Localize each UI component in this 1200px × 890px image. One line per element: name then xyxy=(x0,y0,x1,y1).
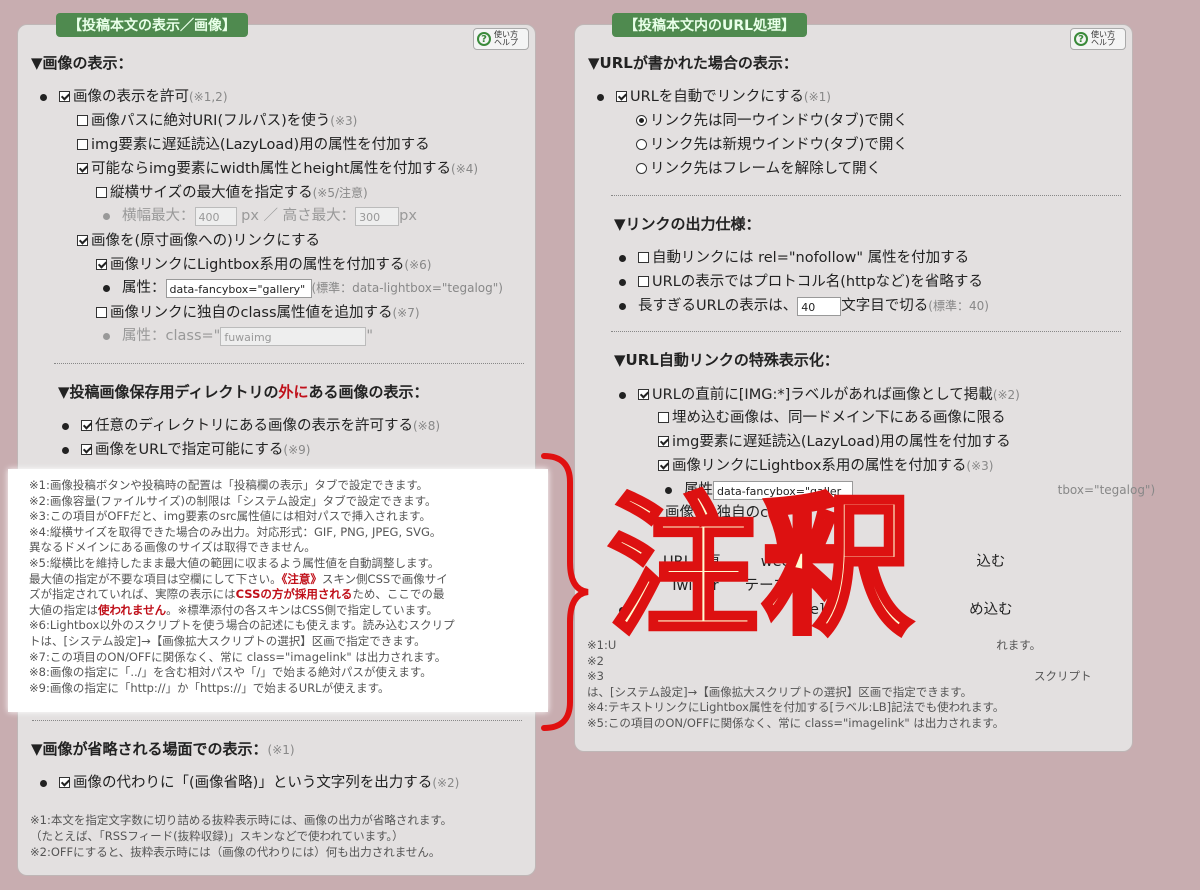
section-heading-omitted: ▼画像が省略される場面での表示：(※1) xyxy=(31,740,295,758)
checkbox[interactable] xyxy=(96,307,107,318)
radio-same-window[interactable]: リンク先は同一ウインドウ(タブ)で開く xyxy=(636,109,908,130)
absolute-uri-row[interactable]: 画像パスに絶対URI(フルパス)を使う(※3) xyxy=(77,109,357,130)
omit-protocol-row[interactable]: URLの表示ではプロトコル名(httpなど)を省略する xyxy=(619,270,983,291)
section-heading-outside-dir: ▼投稿画像保存用ディレクトリの外にある画像の表示： xyxy=(58,383,429,401)
max-width-input[interactable]: 400 xyxy=(194,206,237,226)
help-label: 使い方 ヘルプ xyxy=(1091,30,1115,47)
panel-tab-title: 【投稿本文内のURL処理】 xyxy=(612,13,808,37)
max-dimensions-row: 横幅最大： 400 px ／ 高さ最大： 300 px xyxy=(103,204,417,226)
truncate-row: 長すぎるURLの表示は、 40 文字目で切る(標準：40) xyxy=(619,294,989,316)
bottom-notes: ※1:本文を指定文字数に切り詰める抜粋表示時には、画像の出力が省略されます。 （… xyxy=(30,813,453,859)
checkbox[interactable] xyxy=(77,115,88,126)
checkbox[interactable] xyxy=(81,444,92,455)
annotation-overlay-label: 注釈 xyxy=(605,479,917,658)
divider xyxy=(611,331,1121,332)
checkbox[interactable] xyxy=(96,259,107,270)
lightbox-row[interactable]: 画像リンクにLightbox系用の属性を付加する(※3) xyxy=(658,454,993,475)
max-height-input[interactable]: 300 xyxy=(355,206,400,226)
divider xyxy=(611,195,1121,196)
checkbox[interactable] xyxy=(616,91,627,102)
same-domain-row[interactable]: 埋め込む画像は、同一ドメイン下にある画像に限る xyxy=(658,406,1006,427)
help-button[interactable]: ? 使い方 ヘルプ xyxy=(1070,28,1126,50)
section-heading-link-output: ▼リンクの出力仕様： xyxy=(614,215,761,233)
lightbox-row[interactable]: 画像リンクにLightbox系用の属性を付加する(※6) xyxy=(96,253,431,274)
any-dir-row[interactable]: 任意のディレクトリにある画像の表示を許可する(※8) xyxy=(62,414,440,435)
divider xyxy=(32,720,522,721)
curly-brace-icon xyxy=(541,453,589,731)
radio[interactable] xyxy=(636,115,647,126)
question-circle-icon: ? xyxy=(1074,32,1088,46)
lazyload-row[interactable]: img要素に遅延読込(LazyLoad)用の属性を付加する xyxy=(658,430,1011,451)
question-circle-icon: ? xyxy=(477,32,491,46)
help-label: 使い方 ヘルプ xyxy=(494,30,518,47)
checkbox[interactable] xyxy=(638,276,649,287)
checkbox[interactable] xyxy=(638,389,649,400)
checkbox[interactable] xyxy=(77,139,88,150)
checkbox[interactable] xyxy=(638,252,649,263)
truncate-length-input[interactable]: 40 xyxy=(797,296,842,316)
custom-class-row[interactable]: 画像リンクに独自のclass属性値を追加する(※7) xyxy=(96,301,420,322)
max-size-row[interactable]: 縦横サイズの最大値を指定する(※5/注意) xyxy=(96,181,368,202)
checkbox[interactable] xyxy=(658,412,669,423)
annotations-highlight-box: ※1:画像投稿ボタンや投稿時の配置は「投稿欄の表示」タブで設定できます。 ※2:… xyxy=(8,469,548,712)
divider xyxy=(54,363,524,364)
checkbox[interactable] xyxy=(658,460,669,471)
checkbox[interactable] xyxy=(658,436,669,447)
width-height-row[interactable]: 可能ならimg要素にwidth属性とheight属性を付加する(※4) xyxy=(77,157,478,178)
autolink-row[interactable]: URLを自動でリンクにする(※1) xyxy=(597,85,831,106)
checkbox[interactable] xyxy=(77,163,88,174)
class-attr-row: 属性：class=" fuwaimg " xyxy=(103,324,373,346)
panel-tab-title: 【投稿本文の表示／画像】 xyxy=(56,13,248,37)
section-heading-url-display: ▼URLが書かれた場合の表示： xyxy=(588,54,798,72)
section-heading-special-display: ▼URL自動リンクの特殊表示化： xyxy=(614,351,839,369)
alt-text-row[interactable]: 画像の代わりに「(画像省略)」という文字列を出力する(※2) xyxy=(40,771,459,792)
lightbox-attr-row: 属性： data-fancybox="gallery" (標準：data-light… xyxy=(103,276,503,298)
by-url-row[interactable]: 画像をURLで指定可能にする(※9) xyxy=(62,438,310,459)
allow-images-row[interactable]: 画像の表示を許可(※1,2) xyxy=(40,85,228,106)
radio[interactable] xyxy=(636,163,647,174)
lightbox-attr-input[interactable]: data-fancybox="gallery" xyxy=(165,278,312,298)
section-heading-image-display: ▼画像の表示： xyxy=(31,54,133,72)
image-display-panel: 【投稿本文の表示／画像】 ? 使い方 ヘルプ ▼画像の表示： 画像の表示を許可(※… xyxy=(17,13,536,876)
nofollow-row[interactable]: 自動リンクには rel="nofollow" 属性を付加する xyxy=(619,246,969,267)
class-attr-input[interactable]: fuwaimg xyxy=(220,326,367,346)
help-button[interactable]: ? 使い方 ヘルプ xyxy=(473,28,529,50)
checkbox[interactable] xyxy=(96,187,107,198)
checkbox[interactable] xyxy=(59,777,70,788)
radio[interactable] xyxy=(636,139,647,150)
link-original-row[interactable]: 画像を(原寸画像への)リンクにする xyxy=(77,229,320,250)
img-label-row[interactable]: URLの直前に[IMG:*]ラベルがあれば画像として掲載(※2) xyxy=(619,383,1020,404)
radio-new-window[interactable]: リンク先は新規ウインドウ(タブ)で開く xyxy=(636,133,908,154)
lazyload-row[interactable]: img要素に遅延読込(LazyLoad)用の属性を付加する xyxy=(77,133,430,154)
footnotes: ※1:画像投稿ボタンや投稿時の配置は「投稿欄の表示」タブで設定できます。 ※2:… xyxy=(29,478,455,695)
checkbox[interactable] xyxy=(81,420,92,431)
checkbox[interactable] xyxy=(77,235,88,246)
checkbox[interactable] xyxy=(59,91,70,102)
radio-break-frame[interactable]: リンク先はフレームを解除して開く xyxy=(636,157,881,178)
